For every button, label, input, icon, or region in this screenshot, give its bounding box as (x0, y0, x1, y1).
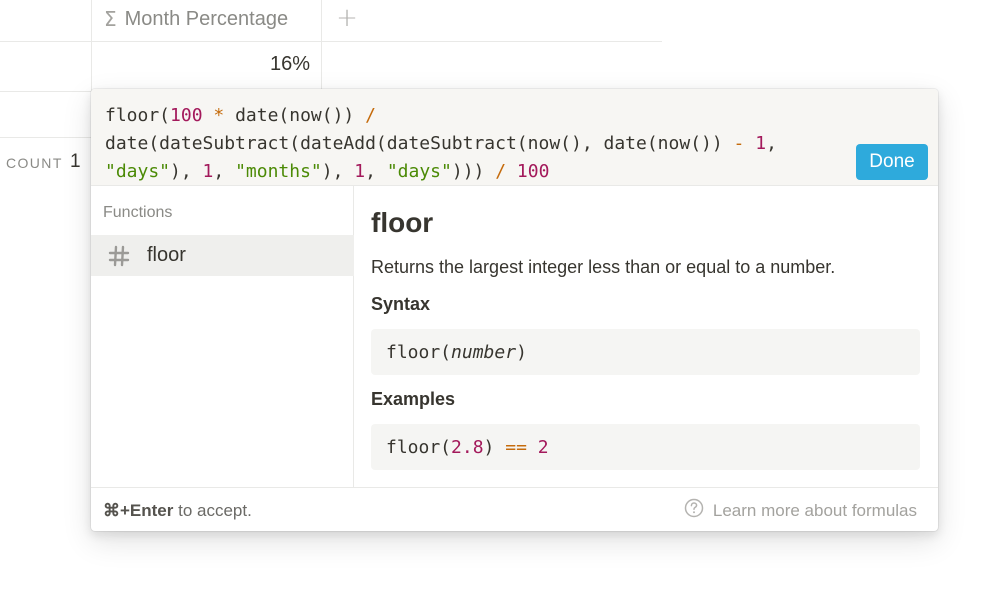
formula-token: , (365, 161, 387, 182)
syntax-close: ) (516, 341, 527, 363)
accept-hint-text: to accept. (173, 501, 252, 520)
formula-token: date(dateSubtract(dateAdd(dateSubtract(n… (105, 133, 734, 154)
learn-more-label: Learn more about formulas (712, 500, 917, 520)
examples-heading: Examples (371, 389, 456, 409)
formula-input-area[interactable]: floor(100 * date(now()) / date(dateSubtra… (91, 89, 938, 186)
done-button[interactable]: Done (856, 144, 928, 180)
column-header-month-percentage[interactable]: Σ Month Percentage (104, 4, 288, 34)
add-column-button[interactable]: + (334, 2, 360, 34)
learn-more-link[interactable]: Learn more about formulas (684, 498, 917, 523)
column-header-label: Month Percentage (124, 7, 289, 30)
formula-token: / (365, 105, 376, 126)
header-divider (0, 41, 662, 42)
hash-icon (91, 245, 147, 267)
plus-icon: + (336, 3, 358, 33)
functions-list: Functions floor (91, 186, 354, 487)
formula-token: * (202, 105, 236, 126)
formula-token: "days" (386, 161, 452, 182)
formula-token: floor( (105, 105, 171, 126)
doc-title: floor (371, 207, 434, 238)
accept-hint: ⌘+Enter to accept. (103, 501, 252, 521)
count-value[interactable]: 1 (70, 151, 81, 173)
formula-token: date(now()) (235, 105, 366, 126)
formula-token: "months" (235, 161, 322, 182)
formula-token: / (495, 161, 507, 182)
formula-token (506, 161, 517, 182)
formula-line[interactable]: "days"), 1, "months"), 1, "days"))) / 10… (105, 158, 845, 186)
shortcut-keys: ⌘+Enter (103, 501, 174, 520)
formula-input[interactable]: floor(100 * date(now()) / date(dateSubtra… (105, 102, 845, 186)
formula-token: 1 (755, 133, 767, 154)
formula-token: , (766, 133, 777, 154)
function-item-label: floor (147, 244, 186, 266)
example-result: 2 (537, 436, 549, 458)
formula-token: 100 (170, 105, 203, 126)
example-fn: floor( (386, 436, 452, 458)
question-circle-icon (684, 498, 704, 523)
formula-editor-popup: floor(100 * date(now()) / date(dateSubtra… (91, 89, 938, 531)
count-label[interactable]: COUNT (6, 155, 63, 171)
formula-token: 1 (202, 161, 214, 182)
functions-heading: Functions (103, 204, 173, 221)
example-operator: == (505, 436, 527, 458)
formula-token: "days" (105, 161, 171, 182)
function-documentation: floor Returns the largest integer less t… (355, 186, 938, 487)
doc-description: Returns the largest integer less than or… (371, 257, 836, 277)
syntax-heading: Syntax (371, 294, 431, 314)
formula-line[interactable]: date(dateSubtract(dateAdd(dateSubtract(n… (105, 130, 845, 158)
formula-token: ), (170, 161, 203, 182)
function-item-floor[interactable]: floor (91, 235, 354, 276)
formula-token: ), (321, 161, 355, 182)
syntax-fn: floor( (386, 341, 452, 363)
formula-line[interactable]: floor(100 * date(now()) / (105, 102, 845, 130)
example-code-block: floor(2.8) == 2 (371, 424, 920, 470)
sigma-icon: Σ (104, 7, 117, 31)
formula-token: 100 (516, 161, 550, 182)
formula-token (744, 133, 755, 154)
syntax-code-block: floor(number) (371, 329, 920, 375)
example-close: ) (483, 436, 506, 458)
month-percentage-cell[interactable]: 16% (270, 53, 310, 76)
syntax-argument: number (451, 341, 517, 363)
footer-divider (0, 137, 92, 138)
formula-token: - (733, 133, 745, 154)
column-divider (91, 0, 92, 91)
formula-token: , (213, 161, 236, 182)
example-argument: 2.8 (451, 436, 484, 458)
popup-footer: ⌘+Enter to accept. Learn more about form… (91, 487, 938, 531)
column-divider (321, 0, 322, 91)
formula-token: ))) (451, 161, 496, 182)
formula-token: 1 (354, 161, 366, 182)
